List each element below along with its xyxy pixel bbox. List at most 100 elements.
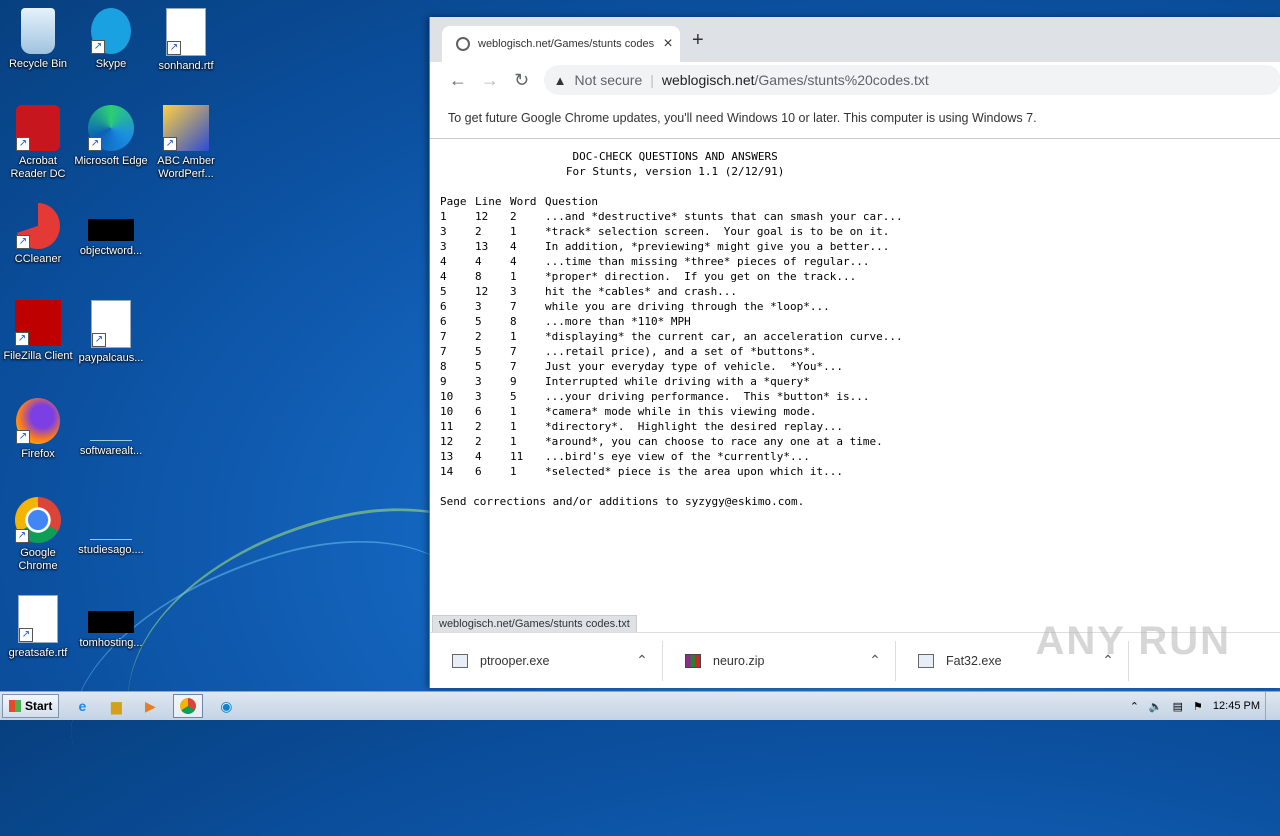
question-cell: *around*, you can choose to race any one… xyxy=(545,435,883,448)
desktop-icon[interactable]: ↗ Google Chrome xyxy=(0,497,76,573)
shortcut-arrow-icon: ↗ xyxy=(92,333,106,347)
desktop-icon[interactable]: ↗ sonhand.rtf xyxy=(148,8,224,73)
folder-icon[interactable]: ▆ xyxy=(105,695,127,717)
shortcut-arrow-icon: ↗ xyxy=(163,137,177,151)
filezilla-icon: ↗ xyxy=(15,300,61,346)
question-cell: Just your everyday type of vehicle. *You… xyxy=(545,360,844,373)
word-document-icon: ↗ xyxy=(18,595,58,643)
network-icon[interactable]: ▤ xyxy=(1173,700,1183,713)
chrome-taskbar-icon[interactable] xyxy=(173,694,204,718)
doc-title: DOC-CHECK QUESTIONS AND ANSWERS xyxy=(440,150,778,163)
shortcut-arrow-icon: ↗ xyxy=(167,41,181,55)
question-cell: In addition, *previewing* might give you… xyxy=(545,240,890,253)
clock[interactable]: 12:45 PM xyxy=(1213,700,1260,712)
question-cell: hit the *cables* and crash... xyxy=(545,285,738,298)
page-cell: 13 xyxy=(440,450,454,463)
desktop-icon[interactable]: ↗ ABC Amber WordPerf... xyxy=(148,105,224,181)
line-cell: 3 xyxy=(475,390,482,403)
blank-file-icon xyxy=(90,418,132,441)
address-separator: | xyxy=(650,72,654,88)
tab-strip: weblogisch.net/Games/stunts codes × + xyxy=(430,17,1280,62)
chevron-up-icon[interactable]: ⌃ xyxy=(855,652,895,669)
doc-footer: Send corrections and/or additions to syz… xyxy=(440,495,805,508)
edge-icon: ↗ xyxy=(88,105,134,151)
tray-arrow-icon[interactable]: ⌃ xyxy=(1130,700,1139,713)
line-cell: 2 xyxy=(475,330,482,343)
table-row: 9 3 9 Interrupted while driving with a *que… xyxy=(440,374,903,389)
new-tab-button[interactable]: + xyxy=(692,29,704,52)
question-cell: *proper* direction. If you get on the tr… xyxy=(545,270,857,283)
word-cell: 5 xyxy=(510,390,517,403)
table-row: 6 3 7 while you are driving through the *lo… xyxy=(440,299,903,314)
edge-icon[interactable]: ◉ xyxy=(215,695,237,717)
desktop-icon[interactable]: ↗ Microsoft Edge xyxy=(73,105,149,168)
table-row: 4 4 4 ...time than missing *three* pieces o… xyxy=(440,254,903,269)
desktop-icon[interactable]: objectword... xyxy=(73,203,149,258)
desktop-icon[interactable]: ↗ CCleaner xyxy=(0,203,76,266)
table-row: 3 2 1 *track* selection screen. Your goal i… xyxy=(440,224,903,239)
close-tab-icon[interactable]: × xyxy=(656,35,680,53)
desktop-icon[interactable]: Recycle Bin xyxy=(0,8,76,71)
blank-file-icon xyxy=(90,517,132,540)
ie-icon[interactable]: e xyxy=(71,695,93,717)
desktop-icon-label: Google Chrome xyxy=(18,547,58,572)
desktop-icon[interactable]: ↗ Skype xyxy=(73,8,149,71)
black-file-icon xyxy=(88,611,134,633)
tab-title: weblogisch.net/Games/stunts codes xyxy=(478,38,655,50)
status-bubble: weblogisch.net/Games/stunts codes.txt xyxy=(432,615,637,633)
line-cell: 13 xyxy=(475,240,489,253)
desktop-icon[interactable]: ↗ Firefox xyxy=(0,398,76,461)
page-cell: 1 xyxy=(440,210,447,223)
question-cell: while you are driving through the *loop*… xyxy=(545,300,830,313)
start-button[interactable]: Start xyxy=(2,694,60,718)
line-cell: 12 xyxy=(475,210,489,223)
browser-tab[interactable]: weblogisch.net/Games/stunts codes × xyxy=(442,26,680,62)
word-cell: 7 xyxy=(510,300,517,313)
desktop-icon[interactable]: ↗ greatsafe.rtf xyxy=(0,595,76,660)
download-item[interactable]: neuro.zip ⌃ xyxy=(663,640,896,681)
question-cell: *track* selection screen. Your goal is t… xyxy=(545,225,890,238)
page-cell: 10 xyxy=(440,390,454,403)
word-cell: 1 xyxy=(510,405,517,418)
flag-icon[interactable]: ⚑ xyxy=(1193,700,1203,713)
windows-logo-icon xyxy=(9,700,21,712)
doc-subtitle: For Stunts, version 1.1 (2/12/91) xyxy=(440,165,785,178)
page-cell: 6 xyxy=(440,300,447,313)
shortcut-arrow-icon: ↗ xyxy=(19,628,33,642)
page-content: DOC-CHECK QUESTIONS AND ANSWERS For Stun… xyxy=(430,139,1280,626)
table-row: 14 6 1 *selected* piece is the area upon wh… xyxy=(440,464,903,479)
reload-icon[interactable]: ↻ xyxy=(506,70,538,91)
question-cell: ...your driving performance. This *butto… xyxy=(545,390,870,403)
line-cell: 6 xyxy=(475,405,482,418)
show-desktop-button[interactable] xyxy=(1265,692,1280,720)
desktop-icon[interactable]: ↗ FileZilla Client xyxy=(0,300,76,363)
word-cell: 1 xyxy=(510,465,517,478)
page-cell: 3 xyxy=(440,240,447,253)
chevron-up-icon[interactable]: ⌃ xyxy=(622,652,662,669)
table-row: 4 8 1 *proper* direction. If you get on the… xyxy=(440,269,903,284)
desktop-icon[interactable]: ↗ paypalcaus... xyxy=(73,300,149,365)
word-cell: 4 xyxy=(510,255,517,268)
media-player-icon[interactable]: ▶ xyxy=(139,695,161,717)
page-cell: 8 xyxy=(440,360,447,373)
recycle-bin-icon xyxy=(21,8,55,54)
desktop-icon[interactable]: tomhosting... xyxy=(73,595,149,650)
forward-icon[interactable]: → xyxy=(474,70,506,91)
question-cell: ...bird's eye view of the *currently*... xyxy=(545,450,810,463)
address-bar[interactable]: ▲ Not secure | weblogisch.net/Games/stun… xyxy=(543,65,1280,95)
back-icon[interactable]: ← xyxy=(442,70,474,91)
table-row: 7 5 7 ...retail price), and a set of *butto… xyxy=(440,344,903,359)
word-cell: 7 xyxy=(510,360,517,373)
volume-icon[interactable]: 🔈 xyxy=(1149,700,1163,713)
word-cell: 4 xyxy=(510,240,517,253)
shortcut-arrow-icon: ↗ xyxy=(16,137,30,151)
desktop-icon[interactable]: studiesago.... xyxy=(73,497,149,557)
page-cell: 9 xyxy=(440,375,447,388)
line-cell: 12 xyxy=(475,285,489,298)
download-item[interactable]: ptrooper.exe ⌃ xyxy=(430,640,663,681)
desktop-icon[interactable]: softwarealt... xyxy=(73,398,149,458)
desktop-icon[interactable]: ↗ Acrobat Reader DC xyxy=(0,105,76,181)
desktop-icon-label: CCleaner xyxy=(14,253,62,265)
line-cell: 5 xyxy=(475,360,482,373)
page-cell: 4 xyxy=(440,270,447,283)
